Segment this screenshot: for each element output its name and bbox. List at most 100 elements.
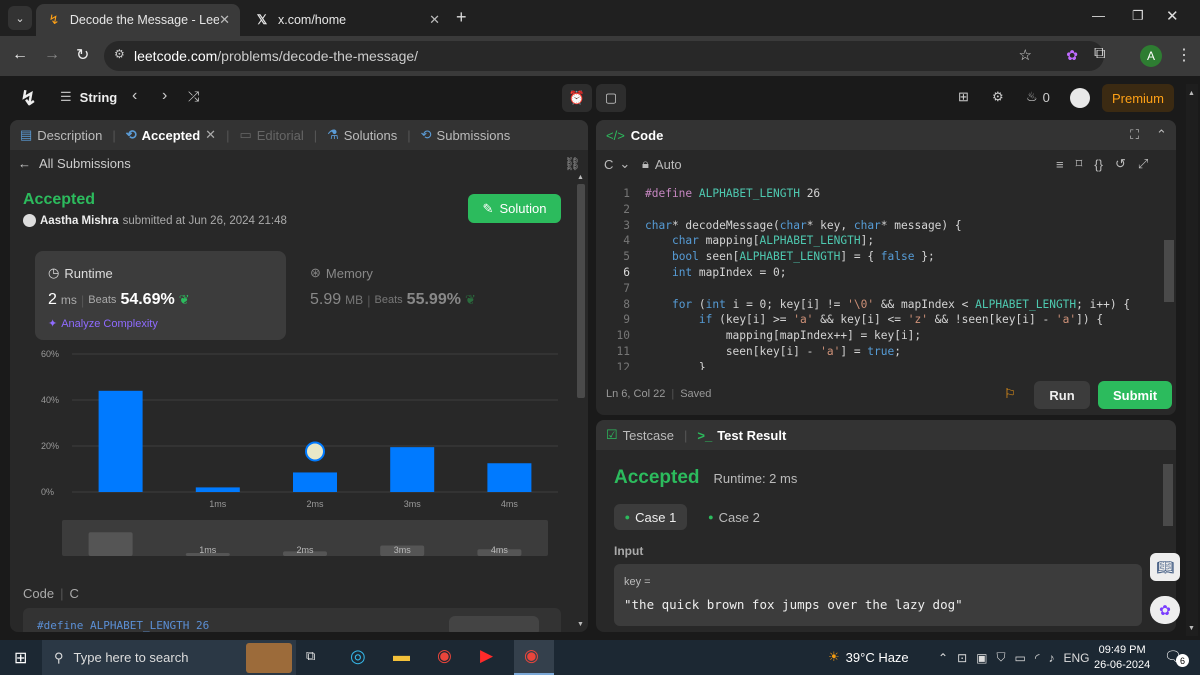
author-name[interactable]: Aastha Mishra [40,215,119,227]
runtime-card[interactable]: ◷ Runtime 2 ms | Beats 54.69% ❦ ✦ Analyze … [35,251,286,340]
url-field[interactable]: ⚙ leetcode.com /problems/decode-the-mess… [104,41,1104,71]
case-1-tab[interactable]: ● Case 1 [614,504,687,530]
file-explorer-icon[interactable]: ▬ [393,646,410,666]
tab-testcase[interactable]: ☑ Testcase [606,427,674,443]
wifi-icon[interactable]: ◜ [1035,651,1040,665]
shuffle-icon[interactable]: ⤮ [188,88,199,105]
prev-problem-icon[interactable]: ‹ [132,87,137,105]
timer-icon[interactable]: ⏰ [562,84,592,112]
code-line[interactable]: 11 seen[key[i] - 'a'] = true; [596,344,1162,360]
premium-button[interactable]: Premium [1102,84,1174,112]
weather-widget[interactable]: ☀ 39°C Haze [828,649,909,665]
layout-grid-icon[interactable]: ⊞ [958,89,969,105]
windows-start-icon[interactable]: ⊞ [14,648,27,668]
tray-chevron-icon[interactable]: ⌃ [938,651,948,665]
editor-scrollbar[interactable] [1164,180,1174,370]
new-tab-icon[interactable]: + [456,7,467,28]
code-line[interactable]: 10 mapping[mapIndex++] = key[i]; [596,328,1162,344]
mode-select[interactable]: 🔒︎ Auto [642,156,682,172]
memory-card[interactable]: ⊛ Memory 5.99 MB | Beats 55.99% ❦ [310,251,540,340]
copilot-sidebar-icon[interactable]: ✿ [1150,596,1180,624]
edge-icon[interactable]: ◎ [350,646,366,667]
youtube-icon[interactable]: ▶ [480,646,493,666]
run-button[interactable]: Run [1034,381,1090,409]
chart-bar [98,390,143,492]
window-close-icon[interactable]: ✕ [1166,7,1179,25]
line-text: seen[key[i] - 'a'] = true; [645,344,901,358]
settings-gear-icon[interactable]: ⚙ [992,89,1004,105]
code-line[interactable]: 4 char mapping[ALPHABET_LENGTH]; [596,233,1162,249]
copilot-icon[interactable]: ✿ [1066,47,1078,64]
format-icon[interactable]: ≡ [1056,157,1064,172]
leetcode-logo-icon[interactable]: ↯ [20,86,37,111]
extensions-icon[interactable]: ⧉ [1094,45,1105,63]
tab-test-result[interactable]: >_ Test Result [697,428,786,443]
case-2-tab[interactable]: ● Case 2 [700,504,768,530]
close-tab-icon[interactable]: ✕ [219,12,230,28]
all-submissions-link[interactable]: ← All Submissions [18,156,131,171]
browser-menu-icon[interactable]: ⋮ [1176,45,1192,65]
tab-accepted[interactable]: ⟲ Accepted ✕ [126,127,216,143]
code-line[interactable]: 1 #define ALPHABET_LENGTH 26 [596,186,1162,202]
battery-icon[interactable]: ▭ [1014,651,1025,665]
next-problem-icon[interactable]: › [162,87,167,105]
user-avatar[interactable] [1070,88,1090,108]
analyze-complexity-link[interactable]: ✦ Analyze Complexity [48,317,158,331]
solution-button[interactable]: ✎ Solution [468,194,561,223]
tab-solutions[interactable]: ⚗ Solutions [327,127,397,143]
maximize-icon[interactable]: ⛶ [1130,127,1139,143]
code-line[interactable]: 8 for (int i = 0; key[i] != '\0' && mapI… [596,297,1162,313]
shield-icon[interactable]: ⛉ [996,650,1005,665]
chrome-icon[interactable]: ◉ [437,646,452,666]
code-line[interactable]: 12 } [596,360,1162,370]
tab-search-icon[interactable]: ⌄ [8,6,32,30]
memory-unit: MB [345,293,364,307]
page-scrollbar[interactable]: ▲ ▼ [1186,84,1198,636]
restore-icon[interactable]: ❐ [1132,8,1144,24]
volume-icon[interactable]: ♪ [1048,651,1054,665]
bookmark-icon[interactable]: ⌑ [1076,156,1083,172]
bookmark-star-icon[interactable]: ☆ [1019,46,1032,64]
collapse-icon[interactable]: ⌃ [1156,127,1167,143]
tab-leetcode[interactable]: ↯ Decode the Message - LeetCod ✕ [36,4,240,36]
code-line[interactable]: 7 [596,281,1162,297]
code-line[interactable]: 9 if (key[i] >= 'a' && key[i] <= 'z' && … [596,312,1162,328]
clock[interactable]: 09:49 PM 26-06-2024 [1094,643,1150,673]
close-tab-icon[interactable]: ✕ [205,127,216,143]
braces-icon[interactable]: {} [1094,157,1103,172]
device-icon[interactable]: ▣ [976,651,987,665]
close-tab-icon[interactable]: ✕ [429,12,440,28]
share-link-icon[interactable]: ⛓ [564,156,581,172]
code-line[interactable]: 6 int mapIndex = 0; [596,265,1162,281]
reader-icon[interactable]: 📖︎ [1150,553,1180,581]
active-chrome-app[interactable]: ◉ [514,640,554,675]
tab-x[interactable]: 𝕏 x.com/home ✕ [244,4,450,36]
submit-button[interactable]: Submit [1098,381,1172,409]
left-scrollbar[interactable]: ▲ ▼ [576,174,586,628]
streak-counter[interactable]: ♨ 0 [1026,89,1050,105]
language-indicator[interactable]: ENG [1063,651,1089,665]
code-area[interactable]: 1 #define ALPHABET_LENGTH 26 2 3 char* decod… [596,186,1162,370]
forward-icon[interactable]: → [44,46,60,64]
minimize-icon[interactable]: — [1092,8,1105,23]
notes-icon[interactable]: ▢ [596,84,626,112]
fullscreen-icon[interactable]: ⤢ [1138,156,1148,172]
tab-description[interactable]: ▤ Description [20,127,102,143]
site-info-icon[interactable]: ⚙ [114,47,125,61]
debug-icon[interactable]: ⚐ [1004,386,1016,402]
x-tick-label: 2ms [306,499,324,509]
tab-submissions[interactable]: ⟲ Submissions [421,127,511,143]
back-icon[interactable]: ← [12,46,28,64]
code-line[interactable]: 5 bool seen[ALPHABET_LENGTH] = { false }… [596,249,1162,265]
profile-avatar[interactable]: A [1140,45,1162,67]
taskbar-search[interactable]: ⚲ Type here to search [42,640,296,675]
code-line[interactable]: 3 char* decodeMessage(char* key, char* me… [596,218,1162,234]
code-line[interactable]: 2 [596,202,1162,218]
language-select[interactable]: C ⌄ [604,156,630,172]
camera-icon[interactable]: ⊡ [957,651,967,665]
reset-icon[interactable]: ↺ [1115,156,1126,172]
reload-icon[interactable]: ↻ [76,45,89,65]
problem-list-nav[interactable]: ☰ String [60,89,117,105]
task-view-icon[interactable]: ⧉ [306,648,315,664]
tab-editorial[interactable]: ▭ Editorial [239,127,303,143]
